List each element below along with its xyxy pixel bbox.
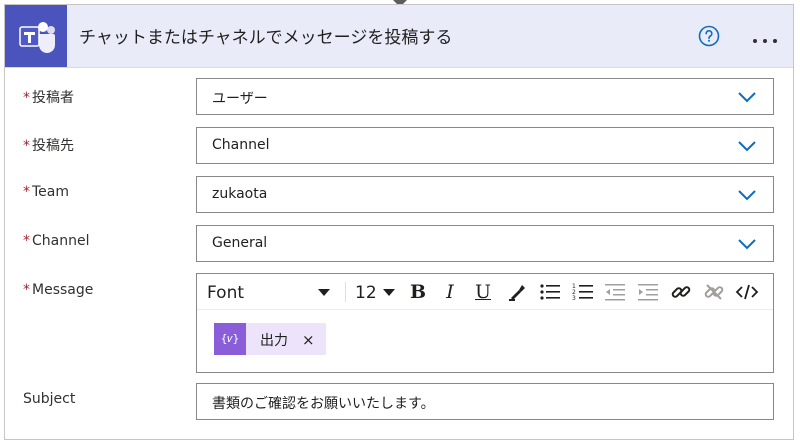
field-label-text: Channel: [32, 233, 90, 249]
chevron-down-icon: [738, 92, 756, 103]
field-label-channel: * Channel: [23, 233, 89, 249]
subject-input[interactable]: 書類のご確認をお願いいたします。: [196, 383, 774, 420]
text-color-icon[interactable]: [505, 280, 529, 304]
field-label-text: 投稿先: [32, 138, 74, 154]
variable-icon: {𝑣}: [214, 323, 246, 355]
font-family-select[interactable]: Font: [207, 283, 244, 303]
post-in-dropdown[interactable]: Channel: [196, 127, 774, 164]
required-marker: *: [23, 184, 30, 200]
action-card: チャットまたはチャネルでメッセージを投稿する * 投稿者 ユーザー * 投稿先 Ch…: [4, 4, 794, 440]
required-marker: *: [23, 90, 30, 106]
underline-button[interactable]: U: [471, 280, 495, 304]
channel-dropdown[interactable]: General: [196, 225, 774, 262]
font-size-select[interactable]: 12: [355, 283, 377, 303]
field-label-subject: Subject: [23, 391, 76, 407]
field-label-text: Message: [32, 282, 94, 298]
unlink-icon[interactable]: [702, 280, 726, 304]
subject-value: 書類のご確認をお願いいたします。: [212, 396, 435, 412]
increase-indent-icon[interactable]: [636, 280, 660, 304]
dropdown-value: ユーザー: [212, 91, 268, 107]
token-remove-button[interactable]: ×: [302, 331, 315, 349]
card-header[interactable]: チャットまたはチャネルでメッセージを投稿する: [5, 5, 793, 68]
bold-button[interactable]: B: [406, 280, 430, 304]
field-label-text: 投稿者: [32, 90, 74, 106]
poster-dropdown[interactable]: ユーザー: [196, 78, 774, 115]
chevron-down-icon: [738, 239, 756, 250]
field-label-post-in: * 投稿先: [23, 135, 74, 155]
field-label-text: Team: [32, 184, 70, 200]
decrease-indent-icon[interactable]: [603, 280, 627, 304]
required-marker: *: [23, 138, 30, 154]
card-title: チャットまたはチャネルでメッセージを投稿する: [79, 28, 453, 48]
required-marker: *: [23, 282, 30, 298]
help-circle-icon[interactable]: [698, 25, 720, 47]
teams-icon: [5, 5, 67, 67]
dynamic-content-token[interactable]: {𝑣} 出力 ×: [214, 323, 326, 355]
italic-button[interactable]: I: [438, 280, 462, 304]
link-icon[interactable]: [669, 280, 693, 304]
message-editor[interactable]: Font 12 B I U 123 {𝑣} 出力 ×: [196, 273, 774, 373]
toolbar-divider: [345, 282, 346, 302]
field-label-poster: * 投稿者: [23, 87, 74, 107]
field-label-message: * Message: [23, 282, 93, 298]
field-label-team: * Team: [23, 184, 69, 200]
rich-text-toolbar: Font 12 B I U 123: [197, 274, 773, 310]
dropdown-value: General: [212, 235, 268, 251]
dropdown-value: Channel: [212, 137, 270, 153]
token-label: 出力: [260, 333, 288, 349]
bulleted-list-icon[interactable]: [538, 280, 562, 304]
font-caret-icon[interactable]: [318, 289, 330, 296]
chevron-down-icon: [738, 141, 756, 152]
svg-text:3: 3: [572, 295, 576, 302]
size-caret-icon[interactable]: [383, 289, 395, 296]
code-view-icon[interactable]: [735, 280, 759, 304]
team-dropdown[interactable]: zukaota: [196, 176, 774, 213]
more-horizontal-icon[interactable]: [751, 31, 779, 43]
required-marker: *: [23, 233, 30, 249]
dropdown-value: zukaota: [212, 186, 268, 202]
chevron-down-icon: [738, 190, 756, 201]
numbered-list-icon[interactable]: 123: [571, 280, 595, 304]
